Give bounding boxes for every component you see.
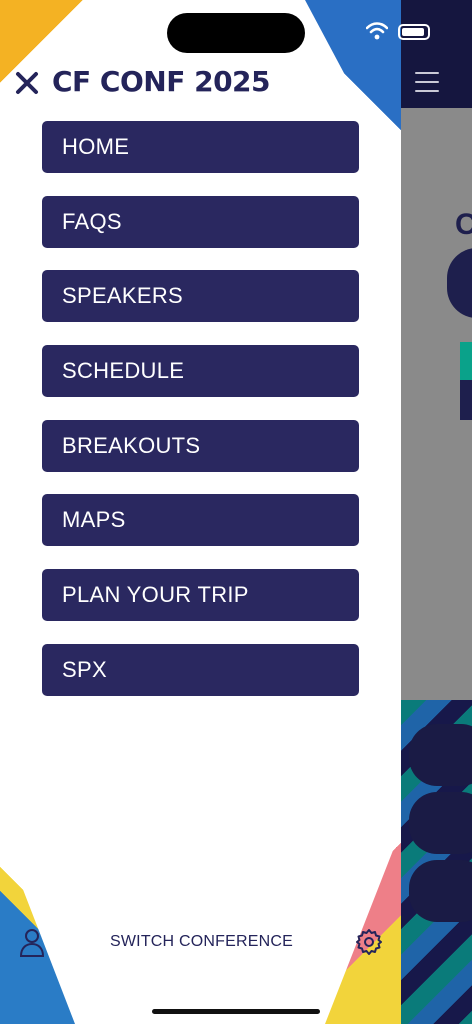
- hamburger-icon[interactable]: [415, 72, 439, 92]
- status-time: 4:44: [68, 21, 107, 42]
- status-bar: 4:44: [0, 0, 472, 54]
- conference-title: CF CONF 2025: [52, 65, 271, 98]
- nav-spx-button[interactable]: SPX: [42, 643, 359, 696]
- nav-button-label: SCHEDULE: [62, 358, 185, 384]
- nav-plan-your-trip-button[interactable]: PLAN YOUR TRIP: [42, 569, 359, 622]
- nav-button-label: BREAKOUTS: [62, 432, 201, 458]
- background-logo-fragment: [447, 248, 472, 318]
- profile-icon[interactable]: [18, 926, 46, 958]
- dynamic-island: [167, 13, 305, 53]
- nav-button-label: PLAN YOUR TRIP: [62, 582, 249, 608]
- nav-maps-button[interactable]: MAPS: [42, 494, 359, 547]
- side-menu: CF CONF 2025 HOME FAQS SPEAKERS SCHEDULE…: [0, 0, 401, 1024]
- nav-home-button[interactable]: HOME: [42, 121, 359, 173]
- menu-footer: SWITCH CONFERENCE: [0, 922, 401, 962]
- nav-button-label: HOME: [62, 134, 130, 159]
- battery-icon: [398, 24, 430, 40]
- background-accent-bar: [460, 380, 472, 420]
- background-button[interactable]: [409, 792, 472, 854]
- background-text-fragment: C: [455, 208, 472, 241]
- nav-faqs-button[interactable]: FAQS: [42, 195, 359, 248]
- menu-header: CF CONF 2025: [0, 60, 401, 110]
- nav-button-label: SPEAKERS: [62, 283, 184, 309]
- background-button[interactable]: [409, 724, 472, 786]
- nav-button-label: FAQS: [62, 208, 122, 234]
- background-accent-bar: [460, 342, 472, 380]
- background-app: C: [401, 0, 472, 1024]
- nav-speakers-button[interactable]: SPEAKERS: [42, 270, 359, 323]
- close-icon[interactable]: [12, 68, 42, 98]
- switch-conference-link[interactable]: SWITCH CONFERENCE: [110, 933, 293, 951]
- nav-button-label: MAPS: [62, 507, 126, 533]
- background-button[interactable]: [409, 860, 472, 922]
- gear-icon[interactable]: [355, 928, 383, 956]
- nav-button-label: SPX: [62, 656, 107, 682]
- nav-schedule-button[interactable]: SCHEDULE: [42, 345, 359, 398]
- home-indicator[interactable]: [152, 1009, 320, 1014]
- wifi-icon: [366, 22, 388, 40]
- nav-breakouts-button[interactable]: BREAKOUTS: [42, 419, 359, 472]
- nav-list: HOME FAQS SPEAKERS SCHEDULE BREAKOUTS MA…: [42, 121, 359, 719]
